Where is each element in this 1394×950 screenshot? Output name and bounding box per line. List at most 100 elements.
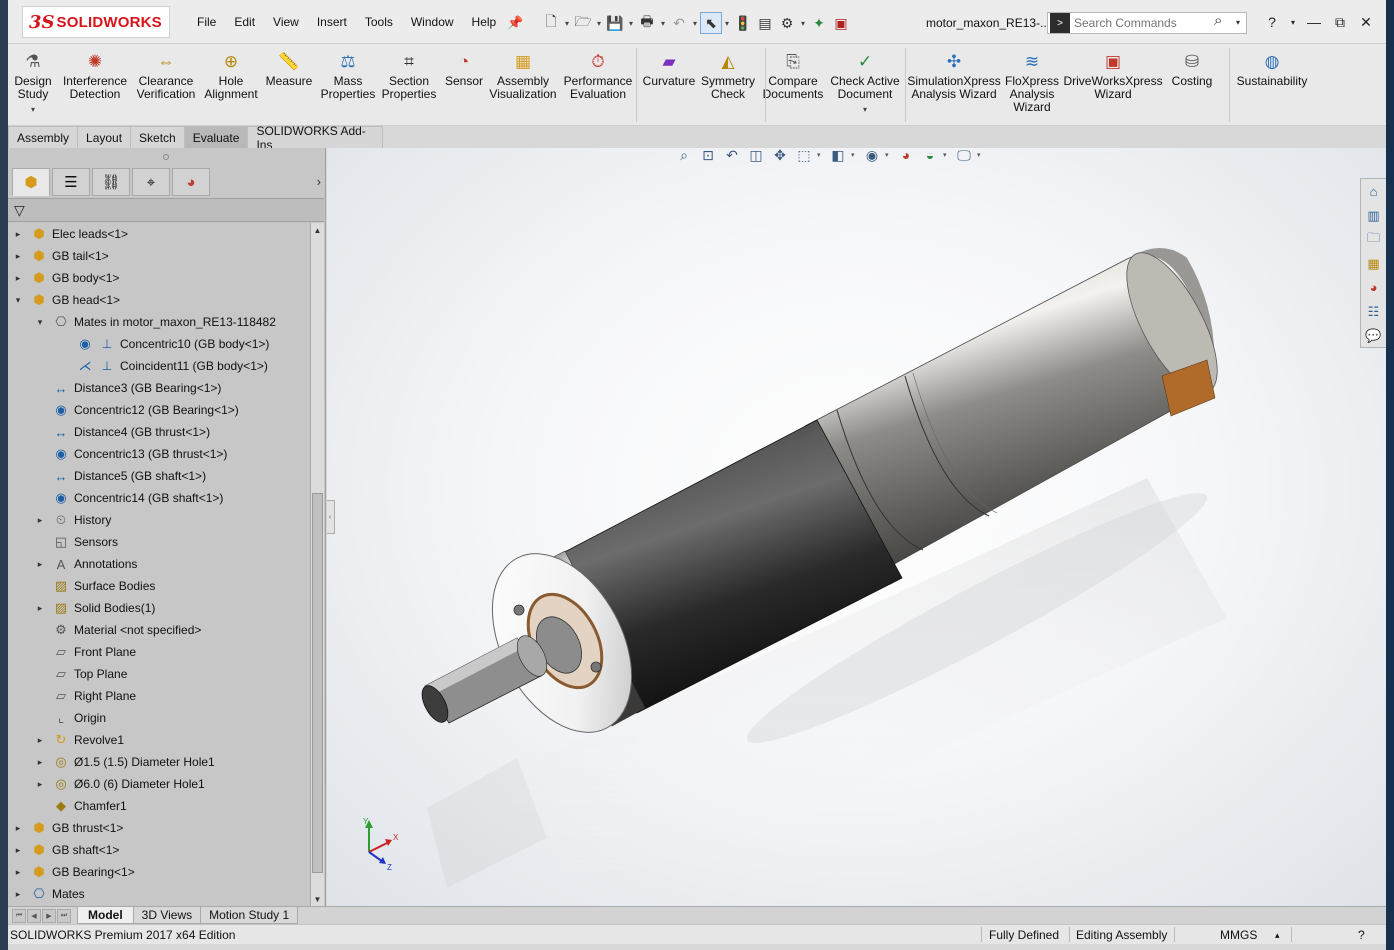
tree-item[interactable]: ▱ Top Plane [34,663,127,685]
next-tab-icon[interactable]: ▶ [42,908,56,923]
file-explorer-icon[interactable]: 🗀 [1363,229,1385,250]
expand-toggle-icon[interactable]: ▾ [12,295,24,306]
last-tab-icon[interactable]: ⏭ [57,908,71,923]
menu-help[interactable]: Help [463,15,506,29]
tree-item[interactable]: ▱ Right Plane [34,685,136,707]
tree-item[interactable]: ▱ Front Plane [34,641,136,663]
filter-icon[interactable]: ▽ [14,202,25,219]
panel-collapse-handle[interactable]: ‹ [327,500,335,534]
display-manager-icon[interactable]: ◕ [172,168,210,196]
previous-view-icon[interactable]: ↶ [721,148,743,166]
view-palette-icon[interactable]: ▦ [1363,253,1385,274]
hide-show-icon[interactable]: ◉ [861,148,883,166]
apply-scene-icon[interactable]: ◒ [919,148,941,166]
design-library-icon[interactable]: ▥ [1363,205,1385,226]
chevron-down-icon[interactable]: ▾ [851,151,859,159]
status-units[interactable]: MMGS [1220,928,1257,942]
viewport-restore-icon[interactable]: ⧉ [1347,148,1356,150]
tree-item[interactable]: ▸ ⬢ GB Bearing<1> [12,861,135,883]
tree-item[interactable]: ▨ Surface Bodies [34,575,156,597]
new-document-icon[interactable]: 🗋 [540,12,562,34]
graphics-area[interactable]: ⌕ ⊡ ↶ ◫ ✥ ⬚▾ ◧▾ ◉▾ ◕ ◒▾ 🖵▾ ◧ ◨ — ⧉ ✕ ⌂ ▥… [327,148,1386,906]
tree-item[interactable]: ▸ ⎔ Mates [12,883,85,903]
solidworks-resources-icon[interactable]: ⌂ [1363,181,1385,202]
dynamic-annotation-icon[interactable]: ✥ [769,148,791,166]
feature-manager-icon[interactable]: ⬢ [12,168,50,196]
search-commands-input[interactable] [1074,16,1214,30]
tree-item[interactable]: ▾ ⬢ GB head<1> [12,289,120,311]
viewport-close-icon[interactable]: ✕ [1366,148,1376,150]
driveworks-button[interactable]: ▣ DriveWorksXpress Wizard [1063,50,1162,101]
tree-item[interactable]: ▸ ⬢ GB shaft<1> [12,839,120,861]
chevron-down-icon[interactable]: ▾ [562,19,572,28]
tree-item[interactable]: ⌞ Origin [34,707,106,729]
tree-item[interactable]: ◉ Concentric12 (GB Bearing<1>) [34,399,238,421]
tree-item[interactable]: ▸ ⬢ GB tail<1> [12,245,109,267]
chevron-down-icon[interactable]: ▾ [817,151,825,159]
tree-item[interactable]: ◉ Concentric14 (GB shaft<1>) [34,487,223,509]
prev-tab-icon[interactable]: ◀ [27,908,41,923]
tab-assembly[interactable]: Assembly [8,126,79,148]
tree-item[interactable]: ◱ Sensors [34,531,118,553]
restore-button[interactable]: ⧉ [1330,12,1350,32]
check-document-button[interactable]: ✓ Check Active Document ▾ [825,50,905,116]
expand-toggle-icon[interactable]: ▸ [34,757,46,768]
menu-view[interactable]: View [264,15,308,29]
solidworks-logo[interactable]: 3S SOLIDWORKS [22,6,170,38]
floxpress-button[interactable]: ≋ FloXpress Analysis Wizard [992,50,1072,114]
tree-item[interactable]: ⚙ Material <not specified> [34,619,201,641]
tree-item[interactable]: ▸ ⬢ GB body<1> [12,267,120,289]
performance-button[interactable]: ⏱ Performance Evaluation [558,50,638,101]
undo-icon[interactable]: ↶ [668,12,690,34]
scroll-up-icon[interactable]: ▲ [311,223,324,237]
viewport-minimize-icon[interactable]: — [1325,148,1337,150]
configuration-manager-icon[interactable]: ⛓ [92,168,130,196]
chevron-down-icon[interactable]: ▾ [722,19,732,28]
chevron-down-icon[interactable]: ▾ [885,151,893,159]
save-icon[interactable]: 💾 [604,12,626,34]
tab-3d-views[interactable]: 3D Views [132,907,202,924]
display-style-icon[interactable]: ◧ [827,148,849,166]
zoom-to-area-icon[interactable]: ⊡ [697,148,719,166]
tab-solidworks-add-ins[interactable]: SOLIDWORKS Add-Ins [247,124,383,152]
chevron-down-icon[interactable]: ▾ [977,151,985,159]
chevron-down-icon[interactable]: ▾ [658,19,668,28]
tab-layout[interactable]: Layout [77,126,132,148]
tab-sketch[interactable]: Sketch [130,126,185,148]
tree-item[interactable]: ▸ ◎ Ø1.5 (1.5) Diameter Hole1 [34,751,215,773]
open-document-icon[interactable]: 🗁 [572,12,594,34]
chevron-down-icon[interactable]: ▾ [798,19,808,28]
search-mode-icon[interactable]: > [1050,13,1070,33]
tab-model[interactable]: Model [77,907,134,924]
close-button[interactable]: ✕ [1356,12,1376,32]
edit-appearance-icon[interactable]: ◕ [895,148,917,166]
chevron-down-icon[interactable]: ▾ [626,19,636,28]
expand-toggle-icon[interactable]: ▸ [34,735,46,746]
simulation-button[interactable]: ✣ SimulationXpress Analysis Wizard [907,50,1000,101]
split-right-icon[interactable]: ◨ [1304,148,1315,150]
expand-toggle-icon[interactable]: ▸ [34,559,46,570]
scroll-down-icon[interactable]: ▼ [311,892,324,906]
chevron-down-icon[interactable]: ▾ [863,103,867,116]
expand-toggle-icon[interactable]: ▸ [12,229,24,240]
view-orientation-icon[interactable]: ⬚ [793,148,815,166]
section-view-icon[interactable]: ◫ [745,148,767,166]
help-icon[interactable]: ? [1262,12,1282,32]
forum-icon[interactable]: 💬 [1363,325,1385,346]
menu-insert[interactable]: Insert [308,15,356,29]
tree-item[interactable]: ▸ A Annotations [34,553,138,575]
units-arrow-icon[interactable]: ▴ [1275,930,1280,941]
help-menu-arrow[interactable]: ▾ [1288,12,1298,32]
tree-item[interactable]: ▸ ▨ Solid Bodies(1) [34,597,156,619]
chevron-down-icon[interactable]: ▾ [690,19,700,28]
expand-toggle-icon[interactable]: ▸ [12,823,24,834]
menu-tools[interactable]: Tools [356,15,402,29]
assembly-visualization-button[interactable]: ▦ Assembly Visualization [483,50,563,101]
expand-toggle-icon[interactable]: ▸ [12,867,24,878]
expand-toggle-icon[interactable]: ▸ [12,889,24,900]
dimxpert-icon[interactable]: ⌖ [132,168,170,196]
tree-item[interactable]: ↔ Distance4 (GB thrust<1>) [34,421,211,443]
zoom-to-fit-icon[interactable]: ⌕ [673,148,695,166]
more-tabs-icon[interactable]: › [317,174,321,189]
expand-toggle-icon[interactable]: ▸ [34,779,46,790]
